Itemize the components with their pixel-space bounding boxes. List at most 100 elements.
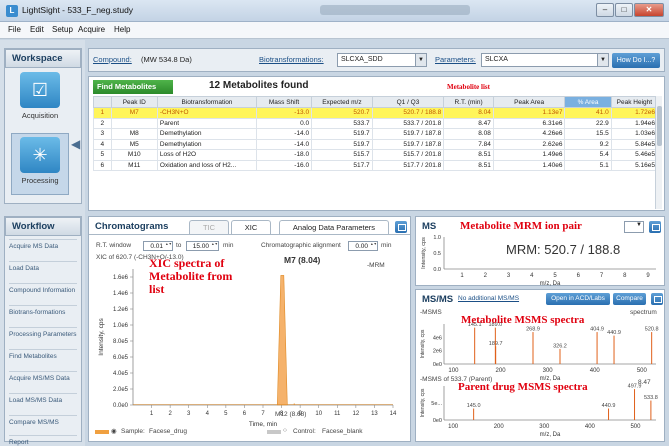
table-row[interactable]: 3 M8 Demethylation -14.0 519.7 519.7 / 1… xyxy=(93,128,659,140)
table-row[interactable]: 4 M5 Demethylation -14.0 519.7 519.7 / 1… xyxy=(93,138,659,150)
cell-peak-area: 1.40e6 xyxy=(492,159,566,171)
cell-expected-mz: 533.7 xyxy=(311,117,373,129)
workspace-processing-button[interactable]: ✳ Processing xyxy=(11,133,69,195)
control-radio[interactable]: ○ xyxy=(283,427,287,434)
y-tick-label: 1.6e6 xyxy=(113,275,129,281)
workflow-acquire-ms-data[interactable]: Acquire MS Data xyxy=(9,239,77,259)
y-axis-label: Intensity, cps xyxy=(420,388,426,417)
col-percent-area[interactable]: % Area xyxy=(564,96,612,108)
metabolite-msms-annotation: Metabolite MSMS spectra xyxy=(461,314,585,326)
cell-peak-height: 5.84e5 xyxy=(610,138,659,150)
x-tick-label: 9 xyxy=(646,273,650,279)
cell-peak-area: 1.13e7 xyxy=(492,107,566,119)
menu-bar: File Edit Setup Acquire Help xyxy=(0,22,669,39)
col-expected-mz[interactable]: Expected m/z xyxy=(311,96,373,108)
find-metabolites-button[interactable]: Find Metabolites xyxy=(93,80,173,94)
close-button[interactable]: ✕ xyxy=(634,3,664,17)
x-tick-label: 1 xyxy=(460,273,464,279)
cell-peak-area: 2.62e6 xyxy=(492,138,566,150)
chromatogram-panel: Chromatograms TIC XIC Analog Data Parame… xyxy=(88,216,411,442)
workflow-biotransformations[interactable]: Biotrans-formations xyxy=(9,305,77,325)
table-row[interactable]: 5 M10 Loss of H2O -18.0 515.7 515.7 / 20… xyxy=(93,149,659,161)
minimize-button[interactable]: – xyxy=(596,3,614,17)
collapse-arrow-icon[interactable]: ◀ xyxy=(71,137,83,157)
col-rt[interactable]: R.T. (min) xyxy=(443,96,494,108)
checkbox-icon: ☑ xyxy=(20,72,60,108)
workflow-find-metabolites[interactable]: Find Metabolites xyxy=(9,349,77,369)
workflow-acquire-msms-data[interactable]: Acquire MS/MS Data xyxy=(9,371,77,391)
workflow-load-msms-data[interactable]: Load MS/MS Data xyxy=(9,393,77,413)
cell-index: 4 xyxy=(93,138,112,150)
cell-index: 1 xyxy=(93,107,112,119)
workflow-compare-msms[interactable]: Compare MS/MS xyxy=(9,415,77,431)
y-tick-label: 8.0e5 xyxy=(113,339,129,345)
y-tick-label: 2e6 xyxy=(433,349,442,355)
cell-peak-height: 1.72e6 xyxy=(610,107,659,119)
msms-panel: MS/MS No additional MS/MS Open in ACD/La… xyxy=(415,289,665,442)
table-row[interactable]: 2 Parent 0.0 533.7 533.7 / 201.8 8.47 6.… xyxy=(93,117,659,129)
maximize-button[interactable]: □ xyxy=(615,3,633,17)
metabolite-list-annotation: Metabolite list xyxy=(447,83,490,91)
x-tick-label: 13 xyxy=(371,411,378,417)
col-peak-id[interactable]: Peak ID xyxy=(110,96,158,108)
how-do-i-button[interactable]: How Do I...? xyxy=(612,53,660,68)
sample-label: Sample: xyxy=(121,428,145,435)
col-biotransformation[interactable]: Biotransformation xyxy=(156,96,258,108)
col-q1-q3[interactable]: Q1 / Q3 xyxy=(371,96,445,108)
cell-peak-area: 1.49e6 xyxy=(492,149,566,161)
msms-peak-label: 497.9 xyxy=(628,384,642,390)
workflow-title: Workflow xyxy=(5,217,81,236)
workflow-processing-parameters[interactable]: Processing Parameters xyxy=(9,327,77,347)
y-tick-label: 1.0e6 xyxy=(113,323,129,329)
cell-rt: 8.04 xyxy=(443,107,494,119)
compound-value: (MW 534.8 Da) xyxy=(141,55,192,64)
compound-link[interactable]: Compound: xyxy=(93,55,132,64)
x-tick-label: 2 xyxy=(484,273,488,279)
workflow-compound-information[interactable]: Compound Information xyxy=(9,283,77,303)
cell-expected-mz: 519.7 xyxy=(311,138,373,150)
sample-color-swatch xyxy=(95,430,109,434)
table-row[interactable]: 1 M7 -CH3N+O -13.0 520.7 520.7 / 188.8 8… xyxy=(93,107,659,119)
cell-index: 5 xyxy=(93,149,112,161)
cell-peak-id: M11 xyxy=(110,159,158,171)
cell-peak-height: 1.03e6 xyxy=(610,128,659,140)
table-row[interactable]: 6 M11 Oxidation and loss of H2... -16.0 … xyxy=(93,159,659,171)
cell-rt: 7.84 xyxy=(443,138,494,150)
y-tick-label: 4e6 xyxy=(433,335,442,341)
cell-peak-id: M10 xyxy=(110,149,158,161)
x-tick-label: 8 xyxy=(623,273,627,279)
x-axis-label: m/z, Da xyxy=(540,432,561,438)
workspace-panel: Workspace ☑ Acquisition ✳ Processing ◀ xyxy=(4,48,82,204)
parameters-select[interactable]: SLCXA ▼ xyxy=(481,53,609,67)
cell-q1-q3: 533.7 / 201.8 xyxy=(371,117,445,129)
menu-edit[interactable]: Edit xyxy=(30,25,44,34)
compound-toolbar: Compound: (MW 534.8 Da) Biotransformatio… xyxy=(88,48,665,72)
table-scrollbar[interactable] xyxy=(655,96,662,209)
y-tick-label: 0.0e0 xyxy=(113,403,129,409)
col-peak-area[interactable]: Peak Area xyxy=(492,96,566,108)
menu-help[interactable]: Help xyxy=(114,25,130,34)
sample-radio[interactable]: ◉ xyxy=(111,427,117,435)
biotransformations-select[interactable]: SLCXA_SDD ▼ xyxy=(337,53,427,67)
cell-biotransformation: Parent xyxy=(156,117,258,129)
cell-rt: 8.08 xyxy=(443,128,494,140)
menu-file[interactable]: File xyxy=(8,25,21,34)
workspace-acquisition-button[interactable]: ☑ Acquisition xyxy=(11,69,69,131)
x-tick-label: 400 xyxy=(585,424,596,430)
chevron-down-icon: ▼ xyxy=(415,54,426,66)
cell-percent-area: 5.4 xyxy=(564,149,612,161)
workflow-report[interactable]: Report xyxy=(9,435,77,446)
biotransformations-link[interactable]: Biotransformations: xyxy=(259,55,324,64)
workflow-load-data[interactable]: Load Data xyxy=(9,261,77,281)
workspace-processing-label: Processing xyxy=(21,176,59,185)
x-tick-label: 4 xyxy=(530,273,534,279)
menu-acquire[interactable]: Acquire xyxy=(78,25,105,34)
xic-chart[interactable]: 0.0e0 2.0e5 4.0e5 6.0e5 8.0e5 1.0e6 1.2e6 1.4e6… xyxy=(89,217,412,443)
xic-peak-label: M7 (8.04) xyxy=(284,255,321,265)
parameters-link[interactable]: Parameters: xyxy=(435,55,476,64)
msms-chart[interactable]: 0e0 2e6 4e6 100 200 300 400 500 m/z, Da Intensity… xyxy=(416,290,666,443)
col-peak-height[interactable]: Peak Height xyxy=(610,96,659,108)
col-mass-shift[interactable]: Mass Shift xyxy=(256,96,313,108)
menu-setup[interactable]: Setup xyxy=(52,25,73,34)
scrollbar-thumb[interactable] xyxy=(657,106,662,146)
